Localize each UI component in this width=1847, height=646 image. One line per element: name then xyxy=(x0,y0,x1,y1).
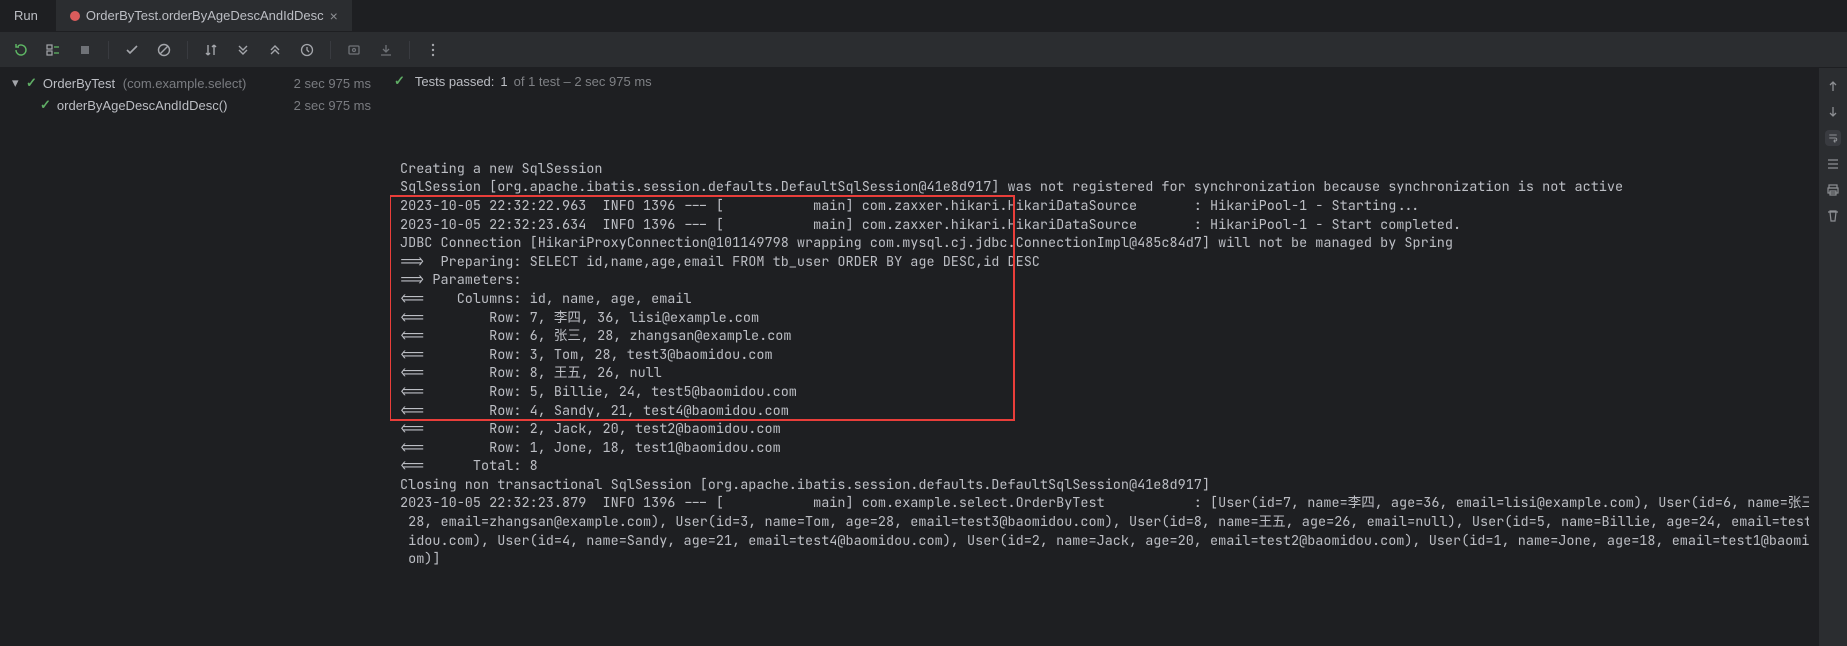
status-prefix: Tests passed: xyxy=(415,74,495,89)
toolbar-separator xyxy=(108,41,109,59)
up-arrow-icon[interactable] xyxy=(1825,78,1841,94)
console-line: <== Row: 7, 李四, 36, lisi@example.com xyxy=(400,309,1799,328)
close-icon[interactable]: × xyxy=(330,9,338,23)
check-icon: ✓ xyxy=(26,75,37,91)
tab-run[interactable]: Run xyxy=(0,0,56,31)
soft-wrap-icon[interactable] xyxy=(1825,130,1841,146)
console-panel: ✓ Tests passed: 1 of 1 test – 2 sec 975 … xyxy=(384,68,1819,646)
collapse-all-icon[interactable] xyxy=(264,39,286,61)
tree-root-name: OrderByTest xyxy=(43,76,115,91)
test-run-icon xyxy=(70,11,80,21)
console-line: <== Row: 6, 张三, 28, zhangsan@example.com xyxy=(400,327,1799,346)
console-line: 2023-10-05 22:32:22.963 INFO 1396 --- [ … xyxy=(400,197,1799,216)
more-icon[interactable] xyxy=(422,39,444,61)
console-line: <== Columns: id, name, age, email xyxy=(400,290,1799,309)
status-suffix: of 1 test – 2 sec 975 ms xyxy=(514,74,652,89)
console-line: Closing non transactional SqlSession [or… xyxy=(400,476,1799,495)
console-line: <== Total: 8 xyxy=(400,457,1799,476)
tree-test-name: orderByAgeDescAndIdDesc() xyxy=(57,98,228,113)
console-line: <== Row: 4, Sandy, 21, test4@baomidou.co… xyxy=(400,402,1799,421)
tree-root-package: (com.example.select) xyxy=(123,76,247,91)
rerun-icon[interactable] xyxy=(10,39,32,61)
show-ignored-icon[interactable] xyxy=(153,39,175,61)
export-results-icon[interactable] xyxy=(375,39,397,61)
console-line: 2023-10-05 22:32:23.634 INFO 1396 --- [ … xyxy=(400,216,1799,235)
console-line: om)] xyxy=(400,550,1799,569)
right-gutter xyxy=(1819,68,1847,646)
run-toolbar xyxy=(0,32,1847,68)
console-line: <== Row: 3, Tom, 28, test3@baomidou.com xyxy=(400,346,1799,365)
tab-run-label: Run xyxy=(14,8,38,23)
tree-row-test[interactable]: ✓ orderByAgeDescAndIdDesc() 2 sec 975 ms xyxy=(0,94,383,116)
toolbar-separator xyxy=(409,41,410,59)
show-passed-icon[interactable] xyxy=(121,39,143,61)
console-line: <== Row: 2, Jack, 20, test2@baomidou.com xyxy=(400,420,1799,439)
console-line: <== Row: 1, Jone, 18, test1@baomidou.com xyxy=(400,439,1799,458)
scroll-to-end-icon[interactable] xyxy=(1825,156,1841,172)
tree-row-root[interactable]: ▾ ✓ OrderByTest (com.example.select) 2 s… xyxy=(0,72,383,94)
console-line: ==> Parameters: xyxy=(400,271,1799,290)
down-arrow-icon[interactable] xyxy=(1825,104,1841,120)
console-line: ==> Preparing: SELECT id,name,age,email … xyxy=(400,253,1799,272)
toolbar-separator xyxy=(330,41,331,59)
check-icon: ✓ xyxy=(394,73,405,89)
tab-test-label: OrderByTest.orderByAgeDescAndIdDesc xyxy=(86,8,324,23)
console-line: <== Row: 8, 王五, 26, null xyxy=(400,364,1799,383)
console-line: 28, email=zhangsan@example.com), User(id… xyxy=(400,513,1799,532)
main-split: ▾ ✓ OrderByTest (com.example.select) 2 s… xyxy=(0,68,1847,646)
print-icon[interactable] xyxy=(1825,182,1841,198)
history-icon[interactable] xyxy=(296,39,318,61)
tree-test-time: 2 sec 975 ms xyxy=(294,98,383,113)
toolbar-separator xyxy=(187,41,188,59)
test-status: ✓ Tests passed: 1 of 1 test – 2 sec 975 … xyxy=(384,68,1819,94)
chevron-down-icon[interactable]: ▾ xyxy=(12,75,24,91)
trash-icon[interactable] xyxy=(1825,208,1841,224)
console-line: Creating a new SqlSession xyxy=(400,160,1799,179)
console-line: idou.com), User(id=4, name=Sandy, age=21… xyxy=(400,532,1799,551)
console-line: <== Row: 5, Billie, 24, test5@baomidou.c… xyxy=(400,383,1799,402)
tab-bar: Run OrderByTest.orderByAgeDescAndIdDesc … xyxy=(0,0,1847,32)
console-output[interactable]: Creating a new SqlSessionSqlSession [org… xyxy=(390,98,1809,636)
rerun-failed-icon[interactable] xyxy=(42,39,64,61)
console-line: 2023-10-05 22:32:23.879 INFO 1396 --- [ … xyxy=(400,494,1799,513)
test-tree: ▾ ✓ OrderByTest (com.example.select) 2 s… xyxy=(0,68,384,646)
sort-icon[interactable] xyxy=(200,39,222,61)
import-results-icon[interactable] xyxy=(343,39,365,61)
check-icon: ✓ xyxy=(40,97,51,113)
status-count: 1 xyxy=(500,74,507,89)
tab-test[interactable]: OrderByTest.orderByAgeDescAndIdDesc × xyxy=(56,0,352,31)
console-line: SqlSession [org.apache.ibatis.session.de… xyxy=(400,178,1799,197)
stop-icon[interactable] xyxy=(74,39,96,61)
expand-all-icon[interactable] xyxy=(232,39,254,61)
console-line: JDBC Connection [HikariProxyConnection@1… xyxy=(400,234,1799,253)
tree-root-time: 2 sec 975 ms xyxy=(294,76,383,91)
